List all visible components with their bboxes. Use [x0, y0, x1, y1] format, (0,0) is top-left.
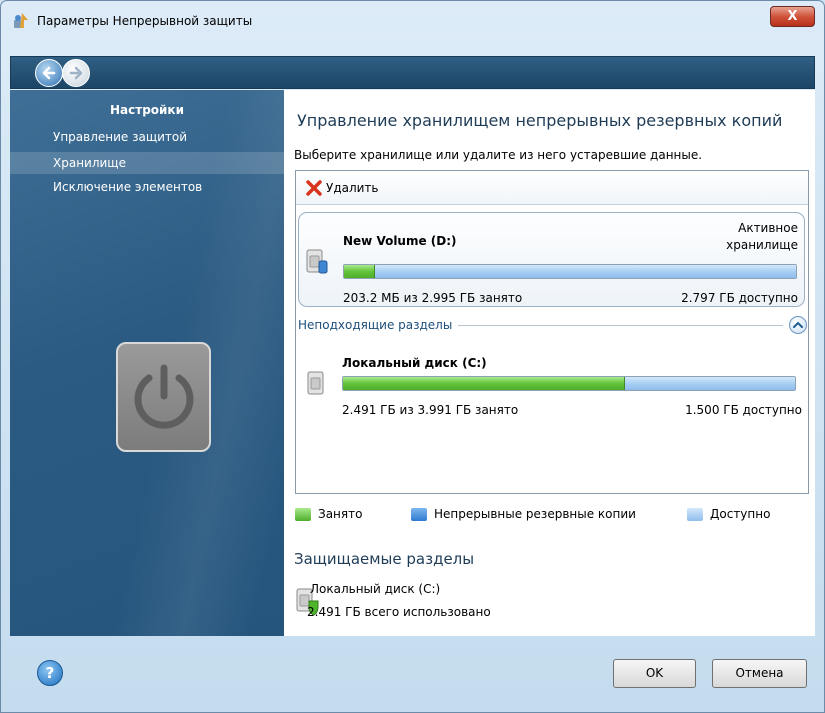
back-button[interactable]: [35, 59, 63, 87]
local-volume-used-segment: [343, 377, 626, 390]
active-volume-status-line1: Активное: [738, 221, 798, 235]
local-volume-usage-bar: [342, 376, 796, 391]
storage-list: Удалить New Volume (D:) Активное хранили…: [295, 170, 809, 494]
legend-label-used: Занято: [318, 507, 363, 521]
forward-button[interactable]: [62, 59, 90, 87]
legend-label-free: Доступно: [710, 507, 771, 521]
page-subtitle: Выберите хранилище или удалите из него у…: [294, 148, 703, 162]
dialog-window: Параметры Непрерывной защиты X Настройки…: [0, 0, 825, 713]
active-volume-status-line2: хранилище: [726, 238, 798, 252]
protected-volume-used: 2.491 ГБ всего использовано: [307, 605, 491, 619]
local-volume-name: Локальный диск (C:): [342, 356, 487, 370]
active-volume-used-segment: [344, 265, 375, 278]
page-title: Управление хранилищем непрерывных резерв…: [297, 111, 783, 130]
collapse-button[interactable]: [789, 316, 807, 334]
toolbar: Удалить: [296, 171, 808, 205]
sidebar-item-storage[interactable]: Хранилище: [10, 152, 284, 174]
active-volume-free-text: 2.797 ГБ доступно: [681, 291, 798, 305]
legend-item-free: Доступно: [687, 507, 770, 521]
unsuitable-group-header: Неподходящие разделы: [298, 316, 807, 334]
footer: ? OK Отмена: [10, 637, 815, 705]
legend-swatch-used: [295, 507, 311, 521]
sidebar: Настройки Управление защитой Хранилище И…: [10, 90, 284, 636]
active-volume-free-segment: [374, 265, 796, 278]
main-content: Управление хранилищем непрерывных резерв…: [284, 90, 815, 636]
ok-button[interactable]: OK: [613, 659, 696, 688]
legend-label-backups: Непрерывные резервные копии: [434, 507, 636, 521]
drive-icon: [307, 371, 329, 397]
group-divider: [458, 324, 783, 326]
sidebar-item-protection[interactable]: Управление защитой: [10, 126, 284, 148]
sidebar-item-exclusions[interactable]: Исключение элементов: [10, 176, 284, 198]
cancel-button[interactable]: Отмена: [712, 659, 807, 688]
active-volume-used-text: 203.2 МБ из 2.995 ГБ занято: [343, 291, 523, 305]
app-icon: [13, 12, 31, 30]
power-icon: [116, 342, 211, 452]
protected-volume-name: Локальный диск (C:): [310, 582, 441, 596]
protected-heading: Защищаемые разделы: [294, 550, 475, 568]
delete-label: Удалить: [326, 180, 379, 195]
window-title: Параметры Непрерывной защиты: [37, 14, 253, 28]
legend-item-used: Занято: [295, 507, 362, 521]
help-button[interactable]: ?: [37, 660, 63, 686]
sidebar-heading: Настройки: [109, 103, 184, 117]
active-volume-status: Активное хранилище: [698, 220, 798, 254]
delete-icon: [306, 179, 322, 196]
title-bar: Параметры Непрерывной защиты X: [1, 1, 824, 41]
legend-swatch-backups: [411, 507, 427, 521]
chevron-up-icon: [793, 321, 803, 328]
legend-item-backups: Непрерывные резервные копии: [411, 507, 636, 521]
arrow-right-icon: [69, 66, 83, 80]
delete-button[interactable]: Удалить: [306, 179, 379, 196]
navigation-bar: [10, 56, 815, 89]
close-button[interactable]: X: [770, 6, 815, 27]
local-volume-free-text: 1.500 ГБ доступно: [685, 403, 802, 417]
unsuitable-group-label: Неподходящие разделы: [298, 318, 453, 332]
drive-icon: [306, 249, 328, 275]
legend-swatch-free: [687, 507, 703, 521]
local-volume-free-segment: [625, 377, 795, 390]
local-volume-used-text: 2.491 ГБ из 3.991 ГБ занято: [342, 403, 519, 417]
active-volume-card[interactable]: New Volume (D:) Активное хранилище 203.2…: [298, 212, 805, 307]
arrow-left-icon: [42, 66, 56, 80]
active-volume-name: New Volume (D:): [343, 234, 457, 248]
legend: Занято Непрерывные резервные копии Досту…: [295, 507, 809, 525]
active-volume-usage-bar: [343, 264, 797, 279]
